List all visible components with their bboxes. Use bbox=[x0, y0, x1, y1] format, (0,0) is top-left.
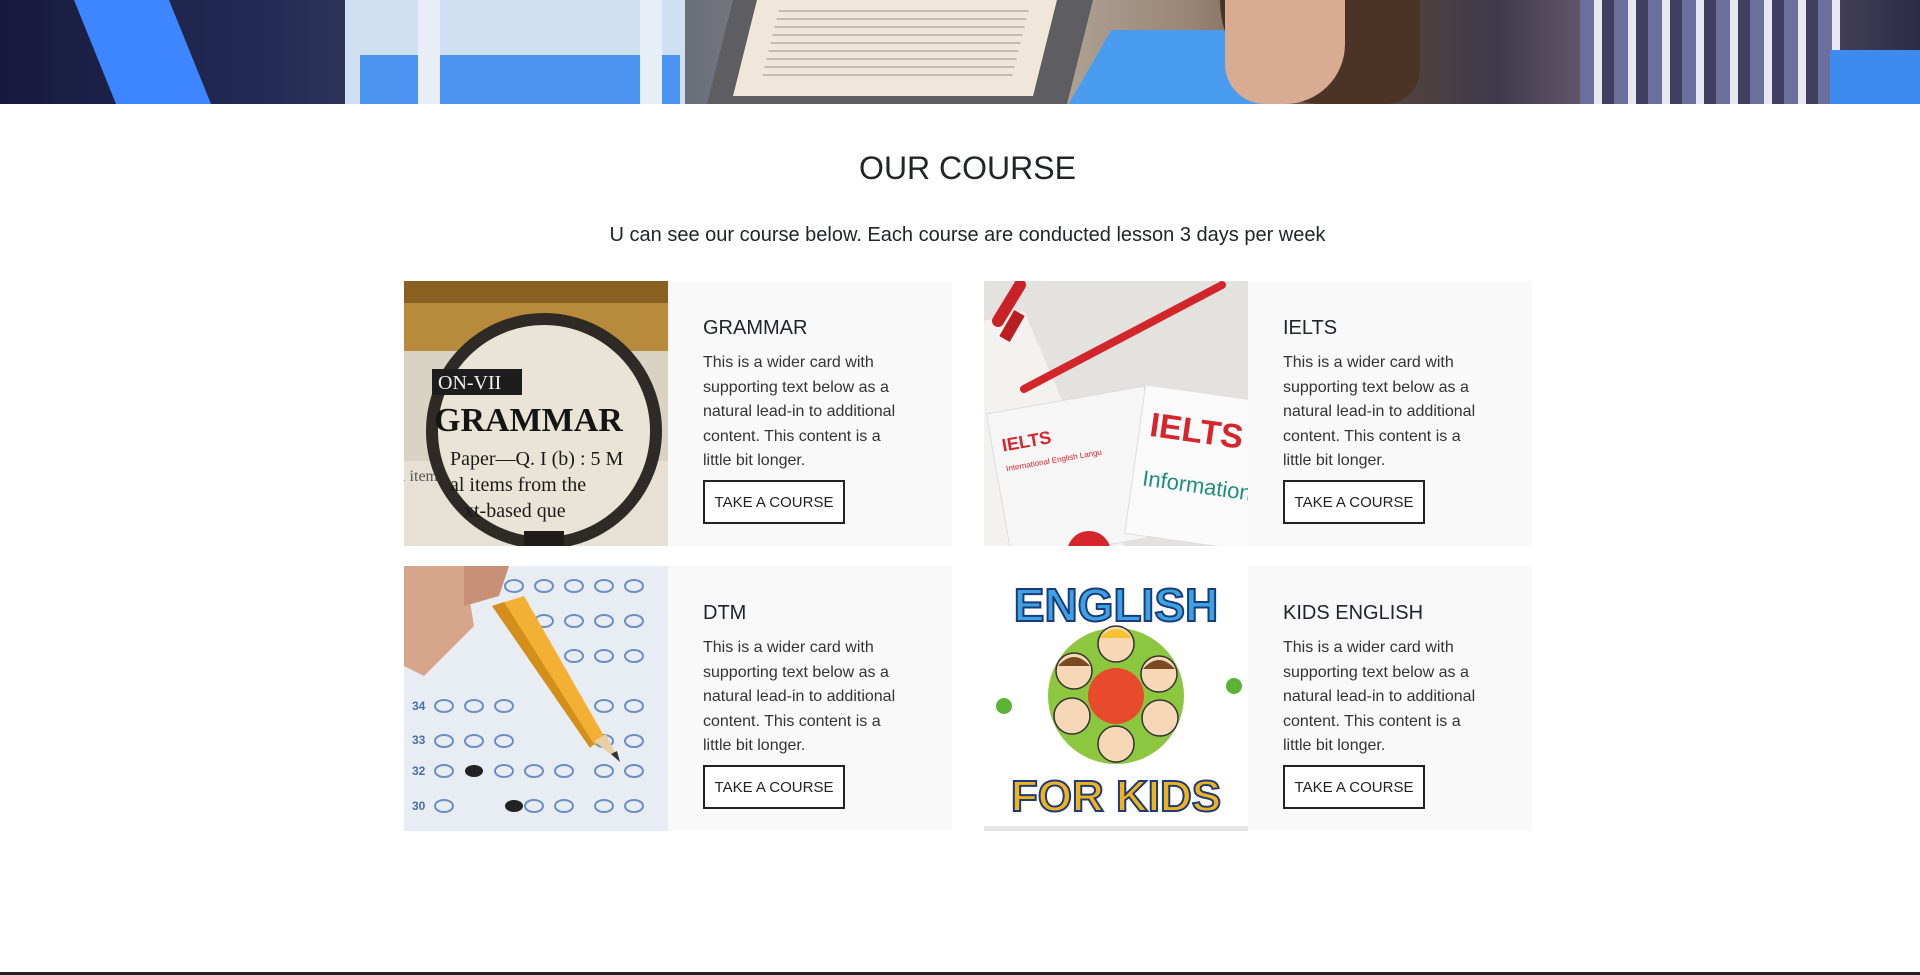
card-text: This is a wider card with supporting tex… bbox=[703, 354, 896, 469]
svg-text:ENGLISH: ENGLISH bbox=[1014, 579, 1218, 631]
svg-text:xt-based que: xt-based que bbox=[464, 500, 566, 522]
course-card-kids-english: ENGLISH FOR KIDS KIDS ENGLISH This is a … bbox=[984, 566, 1532, 831]
svg-text:30: 30 bbox=[412, 799, 426, 813]
svg-text:GRAMMAR: GRAMMAR bbox=[434, 402, 623, 439]
english-for-kids-logo-icon: ENGLISH FOR KIDS bbox=[984, 566, 1248, 831]
card-title: KIDS ENGLISH bbox=[1283, 602, 1424, 624]
svg-text:33: 33 bbox=[412, 733, 426, 747]
svg-text:FOR KIDS: FOR KIDS bbox=[1011, 772, 1221, 821]
svg-text:32: 32 bbox=[412, 764, 426, 778]
card-text: This is a wider card with supporting tex… bbox=[703, 639, 896, 754]
card-title: DTM bbox=[703, 602, 747, 624]
card-text: This is a wider card with supporting tex… bbox=[1283, 639, 1476, 754]
card-title: GRAMMAR bbox=[703, 317, 808, 339]
course-card-ielts: IELTS International English Langu IELTS … bbox=[984, 281, 1532, 546]
take-course-button[interactable]: TAKE A COURSE bbox=[1283, 765, 1425, 809]
svg-text:ON-VII: ON-VII bbox=[438, 372, 501, 394]
course-card-dtm: 34 33 32 30 DTM This is a wider card wit… bbox=[404, 566, 952, 831]
card-text: This is a wider card with supporting tex… bbox=[1283, 354, 1476, 469]
ielts-booklets-icon: IELTS International English Langu IELTS … bbox=[984, 281, 1248, 546]
section-subtitle: U can see our course below. Each course … bbox=[609, 224, 1326, 246]
pencil-answer-sheet-icon: 34 33 32 30 bbox=[404, 566, 668, 831]
take-course-button[interactable]: TAKE A COURSE bbox=[703, 480, 845, 524]
take-course-button[interactable]: TAKE A COURSE bbox=[1283, 480, 1425, 524]
course-card-grammar: al items from the ON-VII GRAMMAR Paper—Q… bbox=[404, 281, 952, 546]
svg-text:al items from the: al items from the bbox=[450, 474, 586, 496]
magnifier-grammar-icon: al items from the ON-VII GRAMMAR Paper—Q… bbox=[404, 281, 668, 546]
svg-text:34: 34 bbox=[412, 699, 426, 713]
take-course-button[interactable]: TAKE A COURSE bbox=[703, 765, 845, 809]
card-title: IELTS bbox=[1283, 317, 1338, 339]
section-title: OUR COURSE bbox=[859, 150, 1076, 186]
hero-banner-image bbox=[0, 0, 1920, 104]
svg-text:Paper—Q. I (b) : 5 M: Paper—Q. I (b) : 5 M bbox=[450, 448, 624, 470]
